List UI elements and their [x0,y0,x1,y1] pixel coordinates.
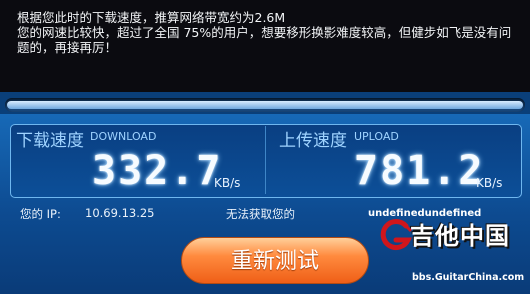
upload-unit: KB/s [476,176,503,190]
ip-value: 10.69.13.25 [85,206,155,220]
upload-label-en: UPLOAD [354,130,399,143]
upload-speed-value: 781.2 [354,148,485,194]
result-message: 根据您此时的下载速度，推算网络带宽约为2.6M 您的网速比较快，超过了全国 75… [17,10,512,55]
retest-button[interactable]: 重新测试 [181,237,369,284]
logo-text: 吉他中国 [410,222,510,250]
test-progress-fill [7,101,523,109]
location-label: 无法获取您的 [226,207,295,221]
test-progress-bar [5,98,525,112]
download-unit: KB/s [214,176,241,190]
download-speed-value: 332.7 [92,148,223,194]
guitar-g-logo-icon [380,219,412,251]
download-label-en: DOWNLOAD [90,130,157,143]
result-message-panel: 根据您此时的下载速度，推算网络带宽约为2.6M 您的网速比较快，超过了全国 75… [0,0,530,92]
upload-label: 上传速度 [279,131,347,151]
download-label: 下载速度 [16,131,84,151]
speed-divider [265,126,266,194]
ip-label: 您的 IP: [20,207,61,221]
logo-url: bbs.GuitarChina.com [412,272,525,283]
